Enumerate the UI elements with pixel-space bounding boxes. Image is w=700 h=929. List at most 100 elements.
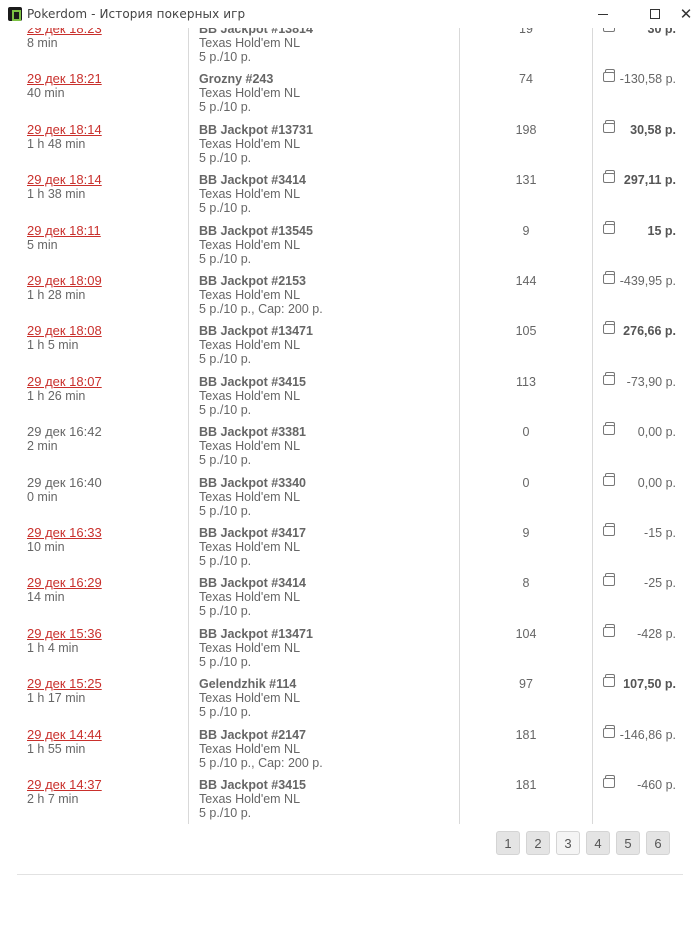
game-result: -25 р. (644, 576, 676, 591)
game-stakes: 5 р./10 р. (199, 654, 252, 669)
game-date-link[interactable]: 29 дек 18:09 (27, 274, 102, 288)
wallet-icon[interactable] (603, 422, 615, 436)
hands-count: 144 (515, 274, 537, 288)
wallet-icon[interactable] (603, 623, 615, 637)
table-row[interactable]: 29 дек 18:23 8 min BB Jackpot #13814 Texas … (0, 28, 700, 72)
game-stakes: 5 р./10 р. (199, 352, 252, 367)
game-date-link: 29 дек 16:40 (27, 474, 102, 490)
game-date-link[interactable]: 29 дек 18:08 (27, 324, 102, 338)
game-result: -130,58 р. (619, 72, 676, 87)
wallet-icon[interactable] (603, 775, 615, 788)
game-duration: 1 h 55 min (27, 741, 86, 756)
hands-count: 113 (516, 374, 536, 389)
table-row[interactable]: 29 дек 18:14 1 h 48 min BB Jackpot #13731 T… (0, 119, 700, 173)
game-date-link[interactable]: 29 дек 14:37 (27, 778, 102, 792)
game-duration: 10 min (27, 540, 65, 554)
page-button-5[interactable]: 5 (616, 831, 640, 855)
game-stakes: 5 р./10 р. (199, 554, 252, 568)
page-button-3[interactable]: 3 (556, 831, 580, 855)
table-row[interactable]: 29 дек 16:40 0 min BB Jackpot #3340 Texas H… (0, 472, 700, 526)
wallet-icon[interactable] (603, 220, 615, 234)
hands-count: 8 (522, 576, 530, 591)
wallet-icon[interactable] (603, 674, 615, 688)
game-type: Texas Hold'em NL (199, 36, 301, 50)
tournament-name: BB Jackpot #3417 (199, 526, 307, 540)
tournament-name: BB Jackpot #13471 (199, 324, 313, 339)
game-stakes: 5 р./10 р. (199, 453, 252, 468)
game-date-link[interactable]: 29 дек 18:14 (27, 173, 102, 187)
tournament-name: BB Jackpot #3415 (199, 778, 307, 792)
game-duration: 0 min (27, 489, 58, 504)
game-type: Texas Hold'em NL (199, 640, 301, 655)
page-button-4[interactable]: 4 (586, 831, 610, 855)
wallet-icon[interactable] (603, 119, 615, 133)
game-date-link[interactable]: 29 дек 18:23 (27, 28, 102, 36)
wallet-icon[interactable] (603, 371, 615, 385)
close-button[interactable]: ✕ (672, 0, 700, 28)
game-stakes: 5 р./10 р. (199, 402, 252, 417)
game-date-link[interactable]: 29 дек 18:14 (27, 122, 102, 137)
wallet-icon[interactable] (603, 170, 615, 184)
table-row[interactable]: 29 дек 18:21 40 min Grozny #243 Texas Hold'… (0, 69, 700, 122)
game-date-link[interactable]: 29 дек 16:29 (27, 576, 102, 590)
game-date-link[interactable]: 29 дек 18:11 (27, 223, 101, 238)
wallet-icon[interactable] (603, 472, 615, 486)
game-type: Texas Hold'em NL (199, 338, 301, 353)
game-stakes: 5 р./10 р. (199, 503, 252, 518)
table-row[interactable]: 29 дек 16:42 2 min BB Jackpot #3381 Texas H… (0, 422, 700, 475)
page-button-1[interactable]: 1 (496, 831, 520, 855)
table-row[interactable]: 29 дек 16:29 14 min BB Jackpot #3414 Texas … (0, 573, 700, 626)
game-duration: 2 h 7 min (27, 792, 79, 806)
page-button-2[interactable]: 2 (526, 831, 550, 855)
table-row[interactable]: 29 дек 16:33 10 min BB Jackpot #3417 Texas … (0, 523, 700, 576)
game-result: 276,66 р. (623, 324, 676, 339)
game-duration: 1 h 26 min (27, 388, 86, 403)
table-row[interactable]: 29 дек 15:36 1 h 4 min BB Jackpot #13471 Te… (0, 623, 700, 677)
table-row[interactable]: 29 дек 18:08 1 h 5 min BB Jackpot #13471 Te… (0, 321, 700, 374)
hands-count: 131 (515, 173, 537, 188)
game-duration: 1 h 28 min (27, 288, 86, 302)
title-bar: Pokerdom - История покерных игр ✕ (0, 0, 700, 28)
table-row[interactable]: 29 дек 15:25 1 h 17 min Gelendzhik #114 Tex… (0, 674, 700, 727)
game-stakes: 5 р./10 р. (199, 100, 252, 115)
wallet-icon[interactable] (603, 573, 615, 587)
game-type: Texas Hold'em NL (199, 741, 301, 756)
wallet-icon[interactable] (603, 28, 615, 32)
wallet-icon[interactable] (603, 321, 615, 335)
table-row[interactable]: 29 дек 18:14 1 h 38 min BB Jackpot #3414 Te… (0, 170, 700, 223)
game-stakes: 5 р./10 р. (199, 50, 252, 64)
game-date-link[interactable]: 29 дек 14:44 (27, 727, 102, 742)
tournament-name: BB Jackpot #13471 (199, 626, 313, 641)
tournament-name: BB Jackpot #3414 (199, 173, 307, 188)
wallet-icon[interactable] (603, 724, 615, 738)
wallet-icon[interactable] (603, 271, 615, 284)
game-date-link[interactable]: 29 дек 16:33 (27, 526, 102, 540)
game-date-link[interactable]: 29 дек 15:36 (27, 626, 102, 641)
table-row[interactable]: 29 дек 18:07 1 h 26 min BB Jackpot #3415 Te… (0, 371, 700, 425)
game-duration: 5 min (27, 237, 58, 252)
game-date-link[interactable]: 29 дек 18:21 (27, 72, 102, 86)
game-duration: 1 h 38 min (27, 187, 86, 202)
game-stakes: 5 р./10 р. (199, 201, 252, 216)
table-row[interactable]: 29 дек 18:11 5 min BB Jackpot #13545 Texas … (0, 220, 700, 274)
table-row[interactable]: 29 дек 18:09 1 h 28 min BB Jackpot #2153 Te… (0, 271, 700, 324)
page-button-6[interactable]: 6 (646, 831, 670, 855)
minimize-icon (598, 13, 608, 15)
wallet-icon[interactable] (603, 69, 615, 83)
hands-count: 0 (522, 425, 530, 440)
hands-count: 19 (519, 28, 533, 36)
game-result: 107,50 р. (623, 677, 676, 692)
game-result: 30,58 р. (630, 122, 676, 137)
game-date-link[interactable]: 29 дек 18:07 (27, 374, 102, 389)
game-stakes: 5 р./10 р. (199, 604, 252, 619)
wallet-icon[interactable] (603, 523, 615, 536)
minimize-button[interactable] (580, 0, 626, 28)
game-date-link[interactable]: 29 дек 15:25 (27, 677, 102, 691)
pokerdom-app-icon (8, 7, 22, 21)
table-row[interactable]: 29 дек 14:44 1 h 55 min BB Jackpot #2147 Te… (0, 724, 700, 778)
hands-count: 97 (519, 677, 533, 692)
tournament-name: BB Jackpot #13545 (199, 223, 313, 238)
hands-count: 9 (522, 223, 530, 238)
game-history-list[interactable]: 29 дек 18:23 8 min BB Jackpot #13814 Texas … (0, 28, 700, 825)
table-row[interactable]: 29 дек 14:37 2 h 7 min BB Jackpot #3415 Tex… (0, 775, 700, 825)
